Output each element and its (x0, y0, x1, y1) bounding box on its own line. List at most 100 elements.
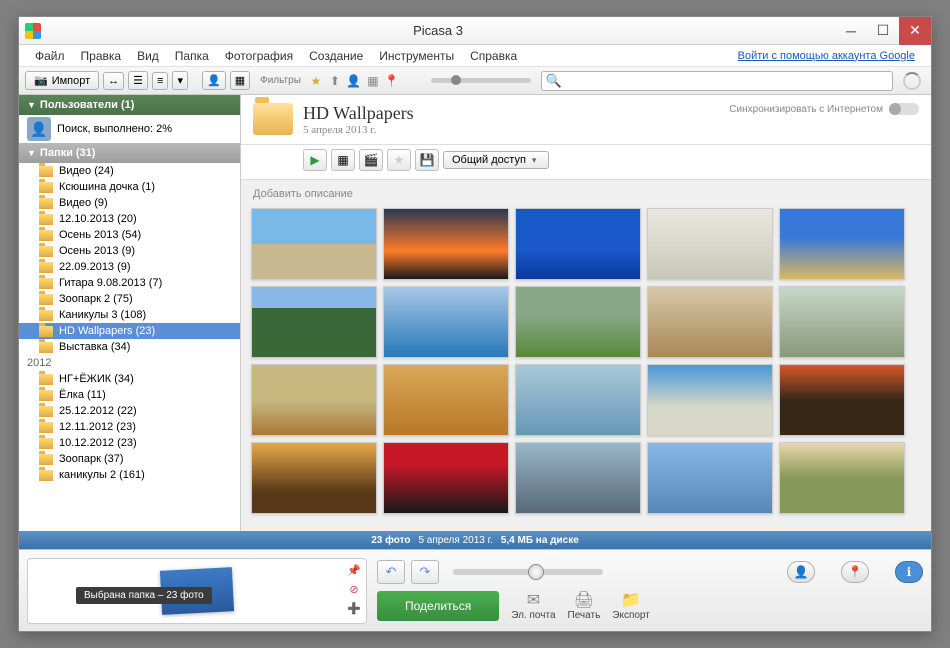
thumbnail[interactable] (251, 286, 377, 358)
selection-tray[interactable]: Выбрана папка – 23 фото 📌 ⊘ ➕ (27, 558, 367, 624)
folder-icon (39, 214, 53, 225)
play-slideshow-button[interactable]: ▶ (303, 149, 327, 171)
pin-icon[interactable]: 📌 (346, 563, 362, 579)
description-field[interactable]: Добавить описание (241, 180, 931, 204)
filter-slider[interactable] (431, 78, 531, 83)
info-button[interactable]: ℹ (895, 561, 923, 583)
thumbnail[interactable] (647, 208, 773, 280)
folder-icon (39, 310, 53, 321)
view-tree-button[interactable]: ≡ (152, 72, 168, 90)
thumbnail[interactable] (251, 442, 377, 514)
folder-icon (39, 230, 53, 241)
sidebar-folder-item[interactable]: Осень 2013 (9) (19, 243, 240, 259)
import-button[interactable]: 📷Импорт (25, 71, 99, 90)
save-button[interactable]: 💾 (415, 149, 439, 171)
share-dropdown[interactable]: Общий доступ (443, 151, 549, 169)
sidebar-folder-item[interactable]: 10.12.2012 (23) (19, 435, 240, 451)
sidebar-folder-item[interactable]: Зоопарк (37) (19, 451, 240, 467)
filter-face-icon[interactable]: 👤 (346, 73, 362, 89)
sidebar-folder-item[interactable]: Выставка (34) (19, 339, 240, 355)
thumbnail[interactable] (647, 364, 773, 436)
thumbnail[interactable] (779, 442, 905, 514)
folder-label: HD Wallpapers (23) (59, 325, 155, 337)
export-button[interactable]: 📁Экспорт (612, 590, 650, 621)
sidebar-folder-item[interactable]: Ксюшина дочка (1) (19, 179, 240, 195)
tag-people-button[interactable]: 👤 (787, 561, 815, 583)
person-button[interactable]: 👤 (202, 71, 226, 90)
view-list-button[interactable]: ☰ (128, 71, 148, 90)
collage-button[interactable]: ▦ (230, 71, 250, 90)
menu-file[interactable]: Файл (27, 47, 73, 65)
sidebar-folder-item[interactable]: каникулы 2 (161) (19, 467, 240, 483)
sidebar-folder-item[interactable]: 22.09.2013 (9) (19, 259, 240, 275)
sidebar-folder-item[interactable]: 25.12.2012 (22) (19, 403, 240, 419)
rotate-right-button[interactable]: ↷ (411, 560, 439, 584)
sidebar-folder-item[interactable]: 12.10.2013 (20) (19, 211, 240, 227)
menu-create[interactable]: Создание (301, 47, 371, 65)
view-dropdown-button[interactable]: ▾ (172, 71, 188, 90)
sidebar-folder-item[interactable]: Видео (9) (19, 195, 240, 211)
menu-tools[interactable]: Инструменты (371, 47, 462, 65)
sidebar-folder-item[interactable]: Ёлка (11) (19, 387, 240, 403)
thumbnail[interactable] (779, 364, 905, 436)
zoom-slider[interactable] (453, 569, 603, 575)
geotag-button[interactable]: 📍 (841, 561, 869, 583)
sidebar-folders-header[interactable]: ▼Папки (31) (19, 143, 240, 163)
thumbnail[interactable] (779, 208, 905, 280)
thumbnail[interactable] (779, 286, 905, 358)
sidebar-folder-item[interactable]: HD Wallpapers (23) (19, 323, 240, 339)
search-input[interactable] (562, 75, 888, 87)
sync-toggle[interactable] (889, 103, 919, 115)
thumbnail[interactable] (383, 208, 509, 280)
folder-icon (253, 103, 293, 135)
search-box[interactable]: 🔍 (541, 71, 893, 91)
menu-edit[interactable]: Правка (73, 47, 130, 65)
thumbnail-grid[interactable] (241, 204, 931, 531)
add-tray-icon[interactable]: ➕ (346, 601, 362, 617)
thumbnail[interactable] (251, 364, 377, 436)
sidebar-folder-item[interactable]: 12.11.2012 (23) (19, 419, 240, 435)
menu-view[interactable]: Вид (129, 47, 167, 65)
minimize-button[interactable]: ─ (835, 17, 867, 45)
sidebar-folder-item[interactable]: НГ+ЁЖИК (34) (19, 371, 240, 387)
menu-folder[interactable]: Папка (167, 47, 217, 65)
rotate-left-button[interactable]: ↶ (377, 560, 405, 584)
filter-movie-icon[interactable]: ▦ (365, 73, 381, 89)
thumbnail[interactable] (515, 442, 641, 514)
email-button[interactable]: ✉Эл. почта (511, 590, 555, 621)
thumbnail[interactable] (515, 286, 641, 358)
movie-button[interactable]: 🎬 (359, 149, 383, 171)
thumbnail[interactable] (647, 442, 773, 514)
thumbnail[interactable] (383, 286, 509, 358)
sidebar-folder-item[interactable]: Осень 2013 (54) (19, 227, 240, 243)
star-button[interactable]: ★ (387, 149, 411, 171)
thumbnail[interactable] (647, 286, 773, 358)
clear-tray-icon[interactable]: ⊘ (346, 582, 362, 598)
close-button[interactable]: ✕ (899, 17, 931, 45)
menu-photo[interactable]: Фотография (217, 47, 301, 65)
filter-geo-icon[interactable]: 📍 (384, 73, 400, 89)
thumbnail[interactable] (383, 442, 509, 514)
sidebar-users-header[interactable]: ▼Пользователи (1) (19, 95, 240, 115)
sidebar-scan-status[interactable]: 👤 Поиск, выполнено: 2% (19, 115, 240, 143)
sidebar-folder-item[interactable]: Каникулы 3 (108) (19, 307, 240, 323)
menu-help[interactable]: Справка (462, 47, 525, 65)
menubar: Файл Правка Вид Папка Фотография Создани… (19, 45, 931, 67)
thumbnail[interactable] (515, 208, 641, 280)
thumbnail[interactable] (515, 364, 641, 436)
share-button[interactable]: Поделиться (377, 591, 499, 621)
filter-upload-icon[interactable]: ⬆ (327, 73, 343, 89)
sidebar-scroll[interactable]: Видео (24)Ксюшина дочка (1)Видео (9)12.1… (19, 163, 240, 531)
collage-button[interactable]: ▦ (331, 149, 355, 171)
google-signin-link[interactable]: Войти с помощью аккаунта Google (730, 48, 923, 64)
folder-label: Видео (24) (59, 165, 114, 177)
maximize-button[interactable]: ☐ (867, 17, 899, 45)
print-button[interactable]: 🖨Печать (568, 590, 601, 621)
sidebar-folder-item[interactable]: Зоопарк 2 (75) (19, 291, 240, 307)
view-switch-button[interactable]: ↔ (103, 72, 124, 90)
sidebar-folder-item[interactable]: Гитара 9.08.2013 (7) (19, 275, 240, 291)
sidebar-folder-item[interactable]: Видео (24) (19, 163, 240, 179)
filter-star-icon[interactable]: ★ (308, 73, 324, 89)
thumbnail[interactable] (251, 208, 377, 280)
thumbnail[interactable] (383, 364, 509, 436)
